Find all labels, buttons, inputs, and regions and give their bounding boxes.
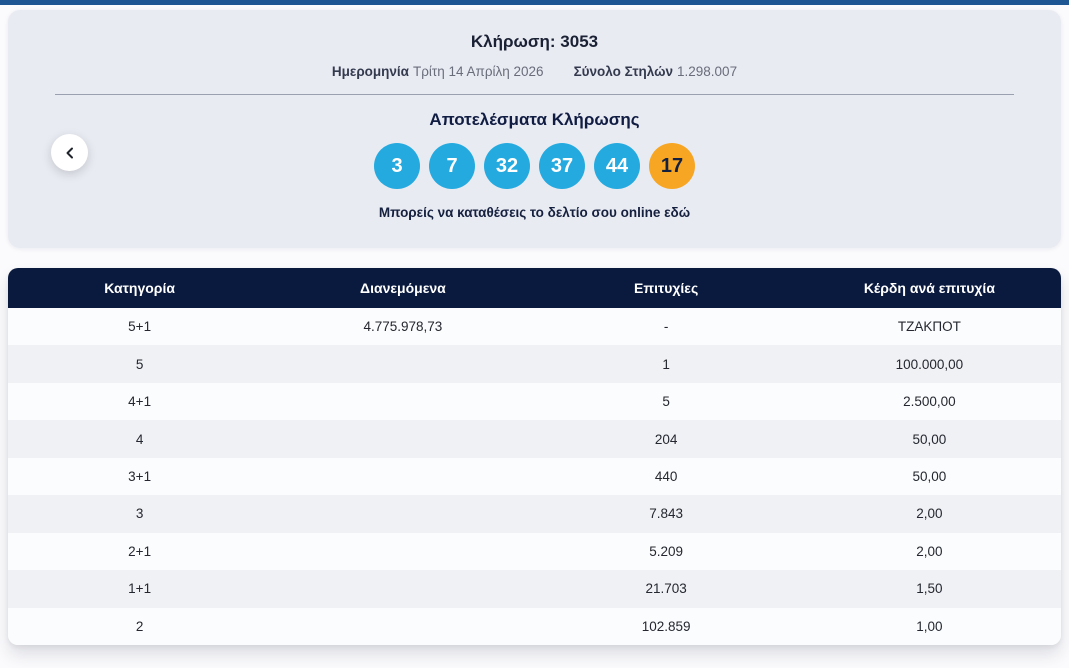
cell-category: 5+1 [128,319,152,335]
table-row: 4 204 50,00 [8,420,1061,458]
table-row: 2+1 5.209 2,00 [8,532,1061,571]
column-header-prize-per-win: Κέρδη ανά επιτυχία [863,280,995,296]
table-row: 1+1 21.703 1,50 [8,570,1061,608]
table-row: 5 1 100.000,00 [8,345,1061,383]
column-header-distributed: Διανεμόμενα [360,280,446,296]
cell-distributed: 4.775.978,73 [363,319,443,335]
column-header-category: Κατηγορία [104,280,175,296]
draw-date: Ημερομηνία Τρίτη 14 Απρίλη 2026 [332,64,544,79]
cell-prize: 50,00 [912,431,947,447]
table-row: 3 7.843 2,00 [8,495,1061,533]
cell-prize: ΤΖΑΚΠΟΤ [897,319,961,335]
cell-category: 3 [135,506,144,522]
total-columns-label: Σύνολο Στηλών [573,64,674,79]
joker-ball: 17 [649,143,695,189]
number-ball: 3 [374,143,420,189]
top-accent-bar [0,0,1069,5]
table-row: 3+1 440 50,00 [8,457,1061,496]
cell-category: 1+1 [128,581,152,597]
cell-prize: 1,50 [916,581,943,597]
number-ball: 37 [539,143,585,189]
cell-category: 3+1 [128,468,152,484]
table-header-row: Κατηγορία Διανεμόμενα Επιτυχίες Κέρδη αν… [8,268,1061,308]
winning-numbers: 3 7 32 37 44 17 [8,143,1061,189]
number-ball: 7 [429,143,475,189]
cell-prize: 50,00 [912,468,947,484]
results-title: Αποτελέσματα Κλήρωσης [429,110,640,129]
cell-category: 2 [135,618,144,634]
cell-winners: 204 [654,431,678,447]
prize-categories-table: Κατηγορία Διανεμόμενα Επιτυχίες Κέρδη αν… [8,268,1061,645]
draw-title: Κλήρωση: 3053 [470,32,599,51]
number-ball: 44 [594,143,640,189]
cell-winners: 440 [654,468,678,484]
total-columns-value: 1.298.007 [677,64,738,79]
cell-prize: 2.500,00 [903,394,956,410]
table-row: 5+1 4.775.978,73 - ΤΖΑΚΠΟΤ [8,308,1061,346]
draw-info-panel: Κλήρωση: 3053 Ημερομηνία Τρίτη 14 Απρίλη … [8,10,1061,248]
cell-prize: 100.000,00 [895,356,964,372]
cell-winners: 5 [662,394,670,410]
cell-winners: 102.859 [641,618,691,634]
cell-category: 5 [135,356,144,372]
table-row: 4+1 5 2.500,00 [8,382,1061,421]
panel-divider [55,94,1014,95]
cell-prize: 2,00 [916,543,943,559]
column-header-winners: Επιτυχίες [634,280,699,296]
number-ball: 32 [484,143,530,189]
cell-category: 2+1 [128,543,152,559]
total-columns: Σύνολο Στηλών 1.298.007 [574,64,738,79]
cell-prize: 2,00 [916,506,943,522]
cell-winners: 1 [662,356,670,372]
table-row: 2 102.859 1,00 [8,607,1061,645]
deposit-online-link[interactable]: Μπορείς να καταθέσεις το δελτίο σου onli… [8,205,1061,220]
cell-winners: 5.209 [649,543,684,559]
draw-meta: Ημερομηνία Τρίτη 14 Απρίλη 2026 Σύνολο Στ… [8,64,1061,79]
cell-winners: - [663,319,669,335]
draw-date-value: Τρίτη 14 Απρίλη 2026 [412,64,544,79]
cell-category: 4+1 [128,394,152,410]
cell-category: 4 [135,431,144,447]
cell-winners: 21.703 [645,581,687,597]
cell-prize: 1,00 [916,618,943,634]
table-body: 5+1 4.775.978,73 - ΤΖΑΚΠΟΤ 5 1 100.000,00 4+1 5 2… [8,308,1061,645]
previous-draw-button[interactable] [51,134,88,171]
draw-date-label: Ημερομηνία [331,64,409,79]
chevron-left-icon [64,147,76,159]
cell-winners: 7.843 [649,506,684,522]
